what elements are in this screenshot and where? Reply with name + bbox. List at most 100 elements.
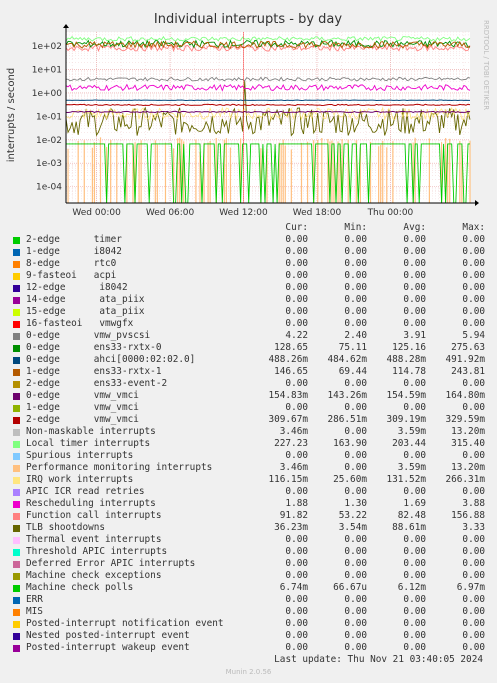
legend-value-max: 243.81 [451, 366, 485, 377]
legend-value-min: 0.00 [344, 282, 367, 293]
legend-series-name: 12-edge i8042 [26, 282, 128, 293]
legend-row: Threshold APIC interrupts 0.00 0.00 0.00 0.0… [12, 546, 485, 558]
legend-value-max: 0.00 [462, 270, 485, 281]
legend-row: Local timer interrupts 227.23 163.90 203.44… [12, 438, 485, 450]
legend-row: 1-edge vmw_vmci 0.00 0.00 0.00 0.00 [12, 402, 485, 414]
y-axis-arrow [63, 24, 69, 28]
legend-swatch [13, 308, 20, 316]
legend-value-cur: 0.00 [285, 282, 308, 293]
legend-value-min: 0.00 [344, 594, 367, 605]
legend-value-max: 0.00 [462, 594, 485, 605]
y-tick-label: 1e+01 [32, 66, 62, 76]
legend-series-name: 15-edge ata_piix [26, 306, 145, 317]
legend-value-cur: 0.00 [285, 630, 308, 641]
legend-swatch [13, 512, 20, 520]
legend-value-min: 0.00 [344, 378, 367, 389]
legend-value-min: 0.00 [344, 258, 367, 269]
legend-value-avg: 154.59m [386, 390, 426, 401]
legend-value-cur: 0.00 [285, 294, 308, 305]
y-tick-label: 1e+02 [32, 42, 62, 52]
legend-value-max: 0.00 [462, 378, 485, 389]
legend-swatch [13, 356, 20, 364]
legend-value-cur: 0.00 [285, 450, 308, 461]
legend-row: 14-edge ata_piix 0.00 0.00 0.00 0.00 [12, 294, 485, 306]
legend-value-avg: 0.00 [403, 294, 426, 305]
legend-value-max: 0.00 [462, 282, 485, 293]
legend-value-min: 143.26m [327, 390, 367, 401]
legend-row: Posted-interrupt wakeup event 0.00 0.00 0.0… [12, 642, 485, 654]
legend-value-avg: 0.00 [403, 246, 426, 257]
legend-value-min: 0.00 [344, 450, 367, 461]
legend-row: Spurious interrupts 0.00 0.00 0.00 0.00 [12, 450, 485, 462]
legend-value-avg: 131.52m [386, 474, 426, 485]
legend-value-max: 3.88 [462, 498, 485, 509]
legend-swatch [13, 584, 20, 592]
legend-value-cur: 0.00 [285, 618, 308, 629]
x-tick-label: Wed 18:00 [293, 208, 342, 218]
legend-swatch [13, 500, 20, 508]
legend-value-min: 0.00 [344, 618, 367, 629]
legend-row: Deferred Error APIC interrupts 0.00 0.00 0.… [12, 558, 485, 570]
legend-series-name: Posted-interrupt notification event [26, 618, 224, 629]
legend-value-avg: 0.00 [403, 318, 426, 329]
legend-value-cur: 0.00 [285, 486, 308, 497]
legend-series-name: MIS [26, 606, 43, 617]
legend-value-max: 0.00 [462, 642, 485, 653]
legend-value-min: 163.90 [333, 438, 367, 449]
legend-series-name: IRQ work interrupts [26, 474, 134, 485]
y-tick-label: 1e-03 [36, 159, 62, 169]
munin-version: Munin 2.0.56 [225, 668, 272, 676]
legend-series-name: Machine check polls [26, 582, 134, 593]
legend-value-min: 2.40 [344, 330, 367, 341]
y-tick-label: 1e-04 [36, 183, 62, 193]
legend-value-avg: 0.00 [403, 534, 426, 545]
legend-value-cur: 6.74m [279, 582, 308, 593]
legend-value-max: 156.88 [451, 510, 485, 521]
legend-value-max: 0.00 [462, 534, 485, 545]
legend-row: Nested posted-interrupt event 0.00 0.00 0.0… [12, 630, 485, 642]
legend-value-avg: 3.59m [397, 426, 426, 437]
legend-value-cur: 0.00 [285, 402, 308, 413]
x-axis-arrow [475, 200, 479, 206]
chart-title: Individual interrupts - by day [154, 12, 342, 27]
legend-row: 0-edge ens33-rxtx-0 128.65 75.11 125.16 275.… [12, 342, 485, 354]
legend-value-max: 0.00 [462, 306, 485, 317]
legend-value-min: 0.00 [344, 558, 367, 569]
legend-swatch [13, 272, 20, 280]
legend-swatch [13, 452, 20, 460]
legend-value-cur: 3.46m [279, 462, 308, 473]
legend-value-cur: 488.26m [268, 354, 308, 365]
legend-swatch [13, 524, 20, 532]
legend-row: 2-edge timer 0.00 0.00 0.00 0.00 [12, 234, 485, 246]
legend-series-name: APIC ICR read retries [26, 486, 145, 497]
y-tick-label: 1e+00 [32, 89, 63, 99]
legend-swatch [13, 416, 20, 424]
legend-series-name: 1-edge ens33-rxtx-1 [26, 366, 162, 377]
legend-value-avg: 0.00 [403, 378, 426, 389]
legend-value-min: 0.00 [344, 534, 367, 545]
legend-value-min: 0.00 [344, 606, 367, 617]
legend-value-avg: 0.00 [403, 306, 426, 317]
legend-swatch [13, 644, 20, 652]
legend-swatch [13, 368, 20, 376]
legend-value-cur: 1.88 [285, 498, 308, 509]
legend-swatch [13, 488, 20, 496]
y-tick-label: 1e-02 [36, 136, 62, 146]
legend-value-min: 0.00 [344, 318, 367, 329]
legend-row: APIC ICR read retries 0.00 0.00 0.00 0.00 [12, 486, 485, 498]
legend-value-cur: 0.00 [285, 378, 308, 389]
legend-value-max: 0.00 [462, 234, 485, 245]
legend-series-name: Rescheduling interrupts [26, 498, 156, 509]
legend-value-avg: 203.44 [392, 438, 426, 449]
legend-value-avg: 0.00 [403, 642, 426, 653]
legend-swatch [13, 548, 20, 556]
legend-swatch [13, 380, 20, 388]
legend-value-avg: 0.00 [403, 546, 426, 557]
legend-row: ERR 0.00 0.00 0.00 0.00 [12, 594, 485, 606]
legend-value-avg: 1.69 [403, 498, 426, 509]
legend-series-name: Function call interrupts [26, 510, 162, 521]
legend-value-cur: 0.00 [285, 642, 308, 653]
legend-series-name: 14-edge ata_piix [26, 294, 145, 305]
last-update-text: Last update: Thu Nov 21 03:40:05 2024 [274, 654, 483, 665]
legend-value-min: 286.51m [327, 414, 367, 425]
